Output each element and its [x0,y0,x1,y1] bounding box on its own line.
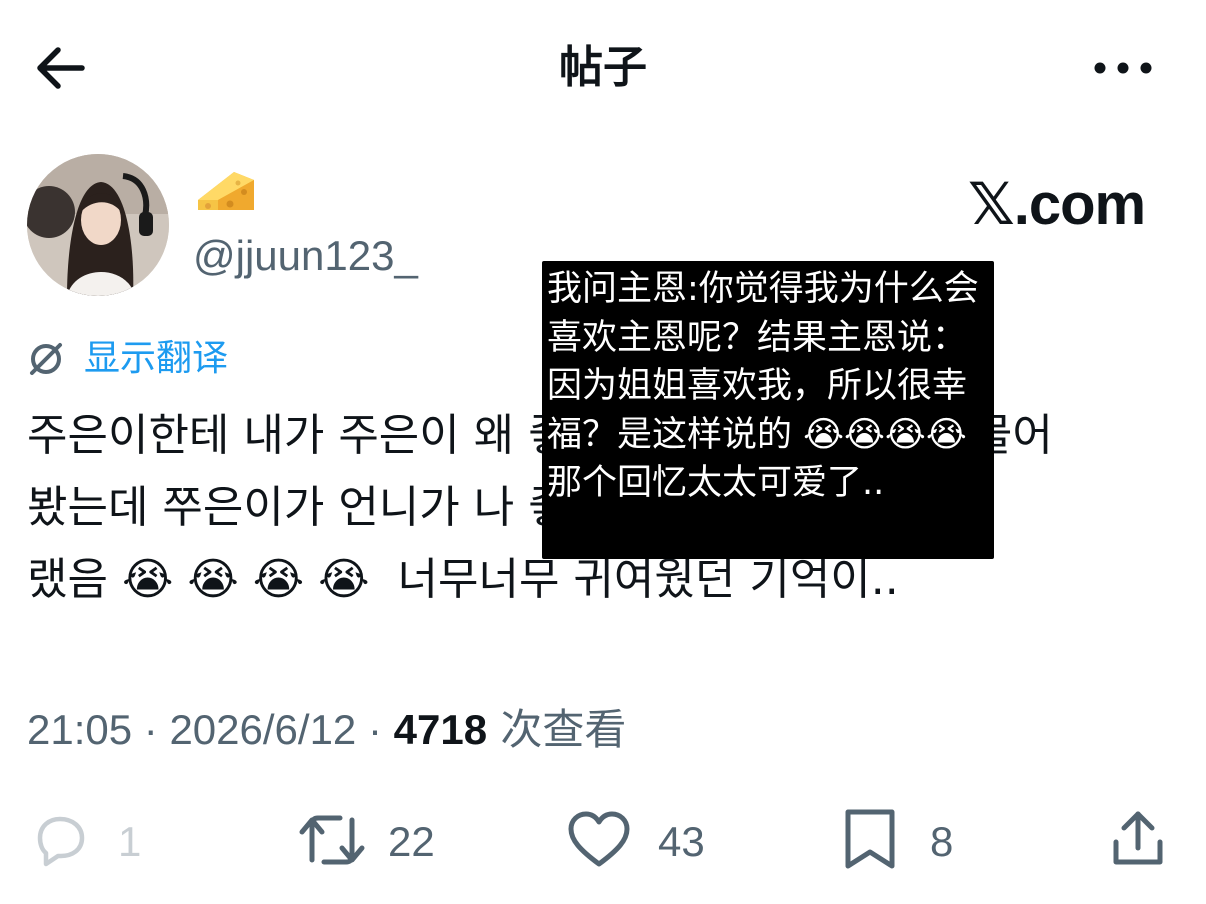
more-horizontal-icon [1094,62,1152,74]
tweet-meta: 21:05 · 2026/6/12 · 4718 次查看 [27,702,626,758]
author-handle[interactable]: @jjuun123_ [193,228,418,284]
retweet-icon [299,815,365,865]
views-count: 4718 [393,706,488,753]
bookmark-icon [845,809,895,869]
top-bar: 帖子 [0,0,1206,140]
more-options-button[interactable] [1088,44,1158,92]
meta-separator: · [132,706,170,753]
retweet-count: 22 [388,818,435,865]
reply-bubble-icon [37,816,85,867]
translation-caption-overlay: 我问主恩:你觉得我为什么会喜欢主恩呢？结果主恩说：因为姐姐喜欢我，所以很幸福？是… [542,261,994,559]
page-title: 帖子 [559,42,647,93]
like-count: 43 [658,818,705,865]
heart-icon [568,811,630,867]
tweet-date[interactable]: 2026/6/12 [169,706,356,753]
bookmark-count: 8 [930,818,954,865]
views-label: 次查看 [487,705,627,754]
avatar[interactable] [27,154,169,296]
reply-count: 1 [118,818,142,865]
meta-separator: · [356,706,394,753]
share-icon [1113,811,1163,865]
watermark-text: 𝕏.com [968,172,1146,237]
translate-label: 显示翻译 [84,338,229,379]
avatar-photo [27,154,169,296]
cheese-icon [194,166,258,218]
tweet-time[interactable]: 21:05 [27,706,132,753]
translate-icon [30,343,62,375]
